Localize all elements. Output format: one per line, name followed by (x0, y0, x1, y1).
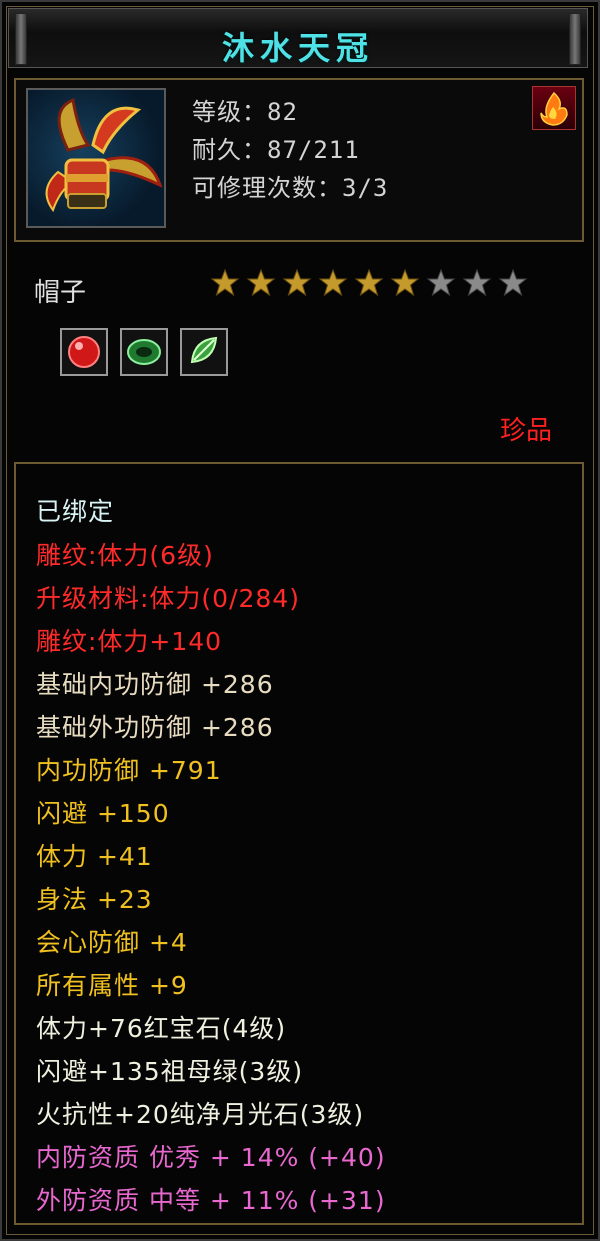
item-icon-slot[interactable] (26, 88, 166, 228)
engrave-level: 雕纹:体力(6级) (36, 541, 214, 570)
star-icon-empty (426, 268, 456, 297)
item-level: 等级：82 (192, 98, 298, 126)
gem-slot-1[interactable] (60, 328, 108, 376)
item-header: 等级：82 耐久：87/211 可修理次数：3/3 (14, 78, 584, 242)
star-icon-filled (354, 268, 384, 297)
gem-bonus-2: 闪避+135祖母绿(3级) (36, 1057, 304, 1086)
attributes-panel: 已绑定 雕纹:体力(6级) 升级材料:体力(0/284) 雕纹:体力+140 基… (14, 462, 584, 1225)
red-gem-icon (68, 336, 100, 368)
upgrade-material: 升级材料:体力(0/284) (36, 584, 300, 613)
item-name: 沐水天冠 (221, 29, 374, 67)
gem-slot-3[interactable] (180, 328, 228, 376)
all-attributes: 所有属性 +9 (36, 971, 188, 1000)
star-icon-filled (246, 268, 276, 297)
inner-defense: 内功防御 +791 (36, 756, 222, 785)
green-ring-icon (127, 339, 161, 365)
crit-defense: 会心防御 +4 (36, 928, 188, 957)
star-icon-filled (390, 268, 420, 297)
item-repair-count: 可修理次数：3/3 (192, 174, 389, 202)
star-icon-empty (498, 268, 528, 297)
stamina: 体力 +41 (36, 842, 153, 871)
bound-status: 已绑定 (36, 497, 115, 526)
green-jade-icon (190, 336, 218, 364)
base-inner-defense: 基础内功防御 +286 (36, 670, 274, 699)
outer-quality: 外防资质 中等 + 11% (+31) (36, 1186, 386, 1215)
star-icon-filled (318, 268, 348, 297)
star-icon-filled (210, 268, 240, 297)
item-durability: 耐久：87/211 (192, 136, 360, 164)
base-outer-defense: 基础外功防御 +286 (36, 713, 274, 742)
crown-icon (45, 97, 163, 213)
star-icon-filled (282, 268, 312, 297)
rarity-label: 珍品 (499, 416, 552, 446)
gem-bonus-1: 体力+76红宝石(4级) (36, 1014, 287, 1043)
star-rating (210, 268, 528, 298)
item-type: 帽子 (34, 278, 87, 308)
gem-bonus-3: 火抗性+20纯净月光石(3级) (36, 1100, 365, 1129)
inner-quality: 内防资质 优秀 + 14% (+40) (36, 1143, 386, 1172)
gem-slots (60, 328, 228, 376)
title-bar: 沐水天冠 (8, 8, 588, 68)
dodge: 闪避 +150 (36, 799, 170, 828)
engrave-bonus: 雕纹:体力+140 (36, 627, 223, 656)
fire-element-icon (532, 86, 576, 130)
gem-slot-2[interactable] (120, 328, 168, 376)
agility: 身法 +23 (36, 885, 153, 914)
star-icon-empty (462, 268, 492, 297)
